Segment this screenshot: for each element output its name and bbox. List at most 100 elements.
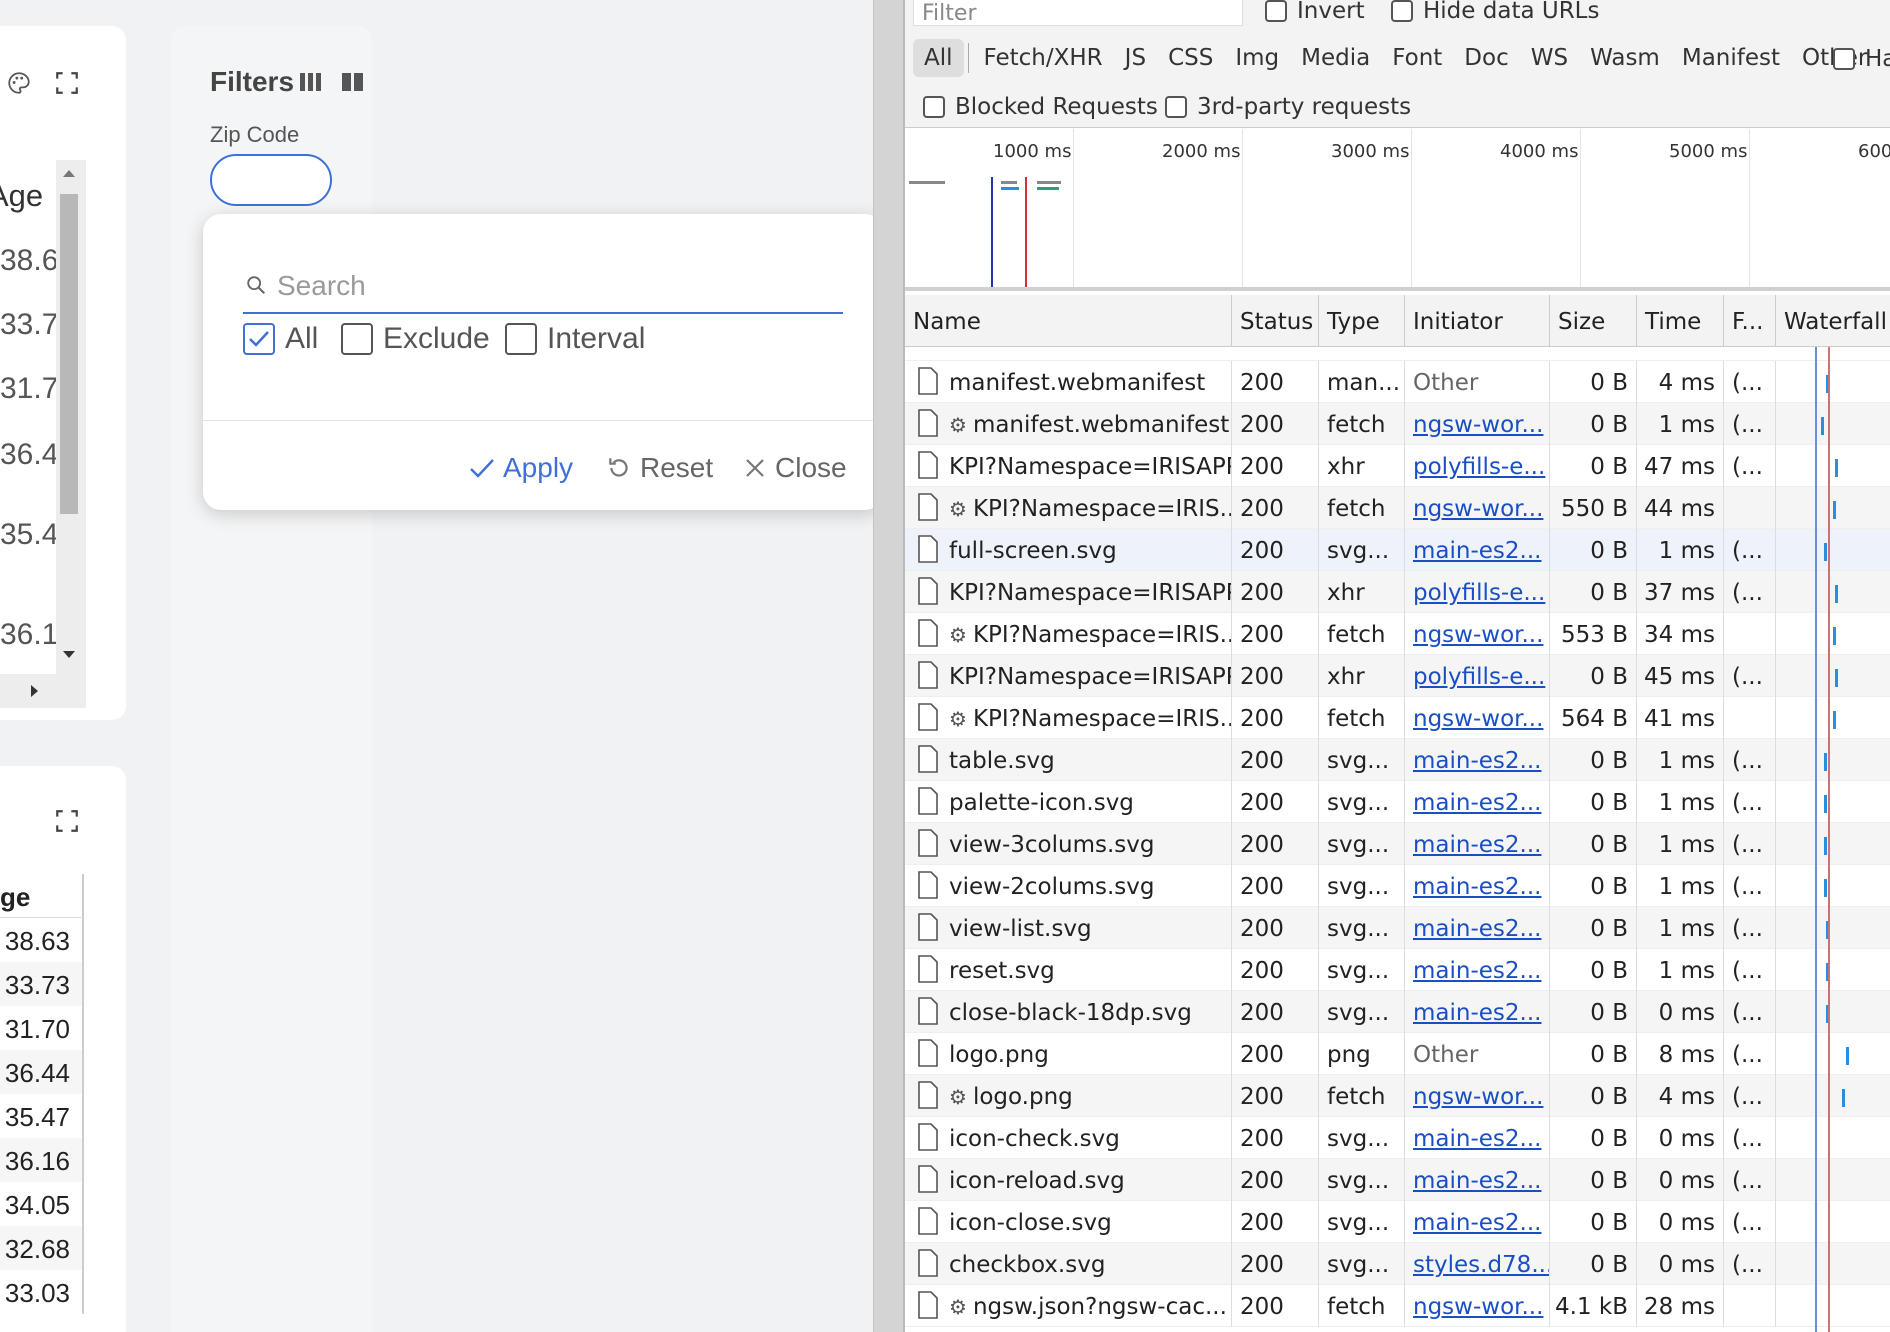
scroll-right-icon[interactable] [30, 684, 40, 698]
interval-checkbox[interactable] [505, 323, 537, 355]
type-tab-font[interactable]: Font [1381, 39, 1453, 77]
initiator-link[interactable]: main-es2... [1413, 832, 1541, 858]
initiator-link[interactable]: main-es2... [1413, 916, 1541, 942]
invert-checkbox[interactable]: Invert [1265, 0, 1365, 24]
table-row[interactable]: checkbox.svg 200 svg... styles.d78... 0 B 0 m… [905, 1243, 1890, 1285]
column-header-initiator[interactable]: Initiator [1405, 295, 1550, 347]
checkbox[interactable] [923, 96, 945, 118]
name-cell[interactable]: icon-close.svg [905, 1201, 1232, 1243]
initiator-link[interactable]: main-es2... [1413, 1126, 1541, 1152]
initiator-link[interactable]: main-es2... [1413, 1168, 1541, 1194]
name-cell[interactable]: view-2colums.svg [905, 865, 1232, 907]
table-row[interactable]: ⚙ KPI?Namespace=IRIS... 200 fetch ngsw-wor..… [905, 697, 1890, 739]
initiator-link[interactable]: ngsw-wor... [1413, 1084, 1543, 1110]
table-row[interactable]: ⚙ ngsw.json?ngsw-cac... 200 fetch ngsw-wor..… [905, 1285, 1890, 1327]
popup-search[interactable] [243, 258, 843, 314]
zip-code-input[interactable] [210, 154, 332, 206]
checkbox[interactable] [1265, 0, 1287, 22]
option-exclude[interactable]: Exclude [341, 314, 490, 364]
initiator-link[interactable]: styles.d78... [1413, 1252, 1549, 1278]
checkbox[interactable] [1391, 0, 1413, 22]
type-tab-doc[interactable]: Doc [1453, 39, 1519, 77]
name-cell[interactable]: icon-check.svg [905, 1117, 1232, 1159]
third-party-checkbox[interactable]: 3rd-party requests [1165, 94, 1411, 120]
table-row[interactable]: icon-close.svg 200 svg... main-es2... 0 B 0 m… [905, 1201, 1890, 1243]
table-row[interactable]: full-screen.svg 200 svg... main-es2... 0 B 1 … [905, 529, 1890, 571]
all-checkbox[interactable] [243, 323, 275, 355]
type-tab-ws[interactable]: WS [1520, 39, 1579, 77]
column-header-type[interactable]: Type [1319, 295, 1405, 347]
type-tab-media[interactable]: Media [1290, 39, 1381, 77]
name-cell[interactable]: KPI?Namespace=IRISAPP [905, 571, 1232, 613]
close-button[interactable]: Close [743, 446, 847, 490]
name-cell[interactable]: KPI?Namespace=IRISAPP [905, 655, 1232, 697]
scroll-down-icon[interactable] [62, 650, 76, 660]
table-row[interactable]: view-3colums.svg 200 svg... main-es2... 0 B 1… [905, 823, 1890, 865]
option-interval[interactable]: Interval [505, 314, 645, 364]
table-row[interactable]: table.svg 200 svg... main-es2... 0 B 1 ms (... [905, 739, 1890, 781]
table-row-partial[interactable] [905, 347, 1890, 361]
table-row[interactable]: ⚙ manifest.webmanifest 200 fetch ngsw-wor...… [905, 403, 1890, 445]
initiator-link[interactable]: main-es2... [1413, 538, 1541, 564]
reset-button[interactable]: Reset [606, 446, 713, 490]
name-cell[interactable]: logo.png [905, 1033, 1232, 1075]
initiator-link[interactable]: ngsw-wor... [1413, 412, 1543, 438]
initiator-link[interactable]: polyfills-e... [1413, 664, 1545, 690]
table-row[interactable]: ⚙ logo.png 200 fetch ngsw-wor... 0 B 4 ms (... [905, 1075, 1890, 1117]
table-column-header[interactable]: ge [0, 874, 84, 918]
initiator-link[interactable]: main-es2... [1413, 748, 1541, 774]
name-cell[interactable]: reset.svg [905, 949, 1232, 991]
name-cell[interactable]: ⚙ KPI?Namespace=IRIS... [905, 613, 1232, 655]
initiator-link[interactable]: ngsw-wor... [1413, 1294, 1543, 1320]
table-row[interactable]: ⚙ KPI?Namespace=IRIS... 200 fetch ngsw-wor..… [905, 613, 1890, 655]
initiator-link[interactable]: ngsw-wor... [1413, 622, 1543, 648]
table-row[interactable]: ⚙ KPI?Namespace=IRIS... 200 fetch ngsw-wor..… [905, 487, 1890, 529]
type-tab-js[interactable]: JS [1114, 39, 1157, 77]
column-header-name[interactable]: Name [905, 295, 1232, 347]
column-header-size[interactable]: Size [1550, 295, 1637, 347]
table-row[interactable]: reset.svg 200 svg... main-es2... 0 B 1 ms (... [905, 949, 1890, 991]
table-row[interactable]: KPI?Namespace=IRISAPP 200 xhr polyfills-e..… [905, 445, 1890, 487]
initiator-link[interactable]: ngsw-wor... [1413, 496, 1543, 522]
table-row[interactable]: icon-reload.svg 200 svg... main-es2... 0 B 0 … [905, 1159, 1890, 1201]
name-cell[interactable]: ⚙ logo.png [905, 1075, 1232, 1117]
initiator-link[interactable]: polyfills-e... [1413, 454, 1545, 480]
checkbox[interactable] [1833, 48, 1855, 70]
type-tab-fetch-xhr[interactable]: Fetch/XHR [973, 39, 1114, 77]
scrollbar-thumb[interactable] [60, 194, 78, 514]
initiator-link[interactable]: main-es2... [1413, 958, 1541, 984]
name-cell[interactable]: ⚙ KPI?Namespace=IRIS... [905, 487, 1232, 529]
name-cell[interactable]: manifest.webmanifest [905, 361, 1232, 403]
fullscreen-icon[interactable] [54, 70, 80, 96]
column-header-waterfall[interactable]: Waterfall [1776, 295, 1890, 347]
name-cell[interactable]: table.svg [905, 739, 1232, 781]
column-header-time[interactable]: Time [1637, 295, 1724, 347]
palette-icon[interactable] [6, 70, 32, 96]
table-row[interactable]: logo.png 200 png Other 0 B 8 ms (... [905, 1033, 1890, 1075]
table-row[interactable]: icon-check.svg 200 svg... main-es2... 0 B 0 m… [905, 1117, 1890, 1159]
network-filter-input[interactable]: Filter [913, 0, 1243, 26]
table-row[interactable]: view-list.svg 200 svg... main-es2... 0 B 1 ms… [905, 907, 1890, 949]
table-row[interactable]: manifest.webmanifest 200 man... Other 0 B 4 m… [905, 361, 1890, 403]
name-cell[interactable]: view-3colums.svg [905, 823, 1232, 865]
network-request-list[interactable]: manifest.webmanifest 200 man... Other 0 B 4 m… [905, 347, 1890, 1332]
column-header-status[interactable]: Status [1232, 295, 1319, 347]
view-2columns-icon[interactable] [340, 70, 366, 94]
table-row[interactable]: view-2colums.svg 200 svg... main-es2... 0 B 1… [905, 865, 1890, 907]
name-cell[interactable]: KPI?Namespace=IRISAPP [905, 445, 1232, 487]
name-cell[interactable]: close-black-18dp.svg [905, 991, 1232, 1033]
truncated-checkbox[interactable]: Ha [1833, 46, 1890, 72]
horizontal-scrollbar[interactable] [0, 674, 86, 708]
type-tab-css[interactable]: CSS [1157, 39, 1224, 77]
timeline-overview[interactable]: 1000 ms 2000 ms 3000 ms 4000 ms 5000 ms 6000 [905, 129, 1890, 291]
fullscreen-icon[interactable] [54, 808, 80, 834]
vertical-scrollbar[interactable] [56, 160, 86, 706]
initiator-link[interactable]: ngsw-wor... [1413, 706, 1543, 732]
view-3columns-icon[interactable] [298, 70, 324, 94]
name-cell[interactable]: full-screen.svg [905, 529, 1232, 571]
initiator-link[interactable]: main-es2... [1413, 790, 1541, 816]
option-all[interactable]: All [243, 314, 318, 364]
type-tab-manifest[interactable]: Manifest [1671, 39, 1791, 77]
name-cell[interactable]: palette-icon.svg [905, 781, 1232, 823]
initiator-link[interactable]: main-es2... [1413, 1210, 1541, 1236]
